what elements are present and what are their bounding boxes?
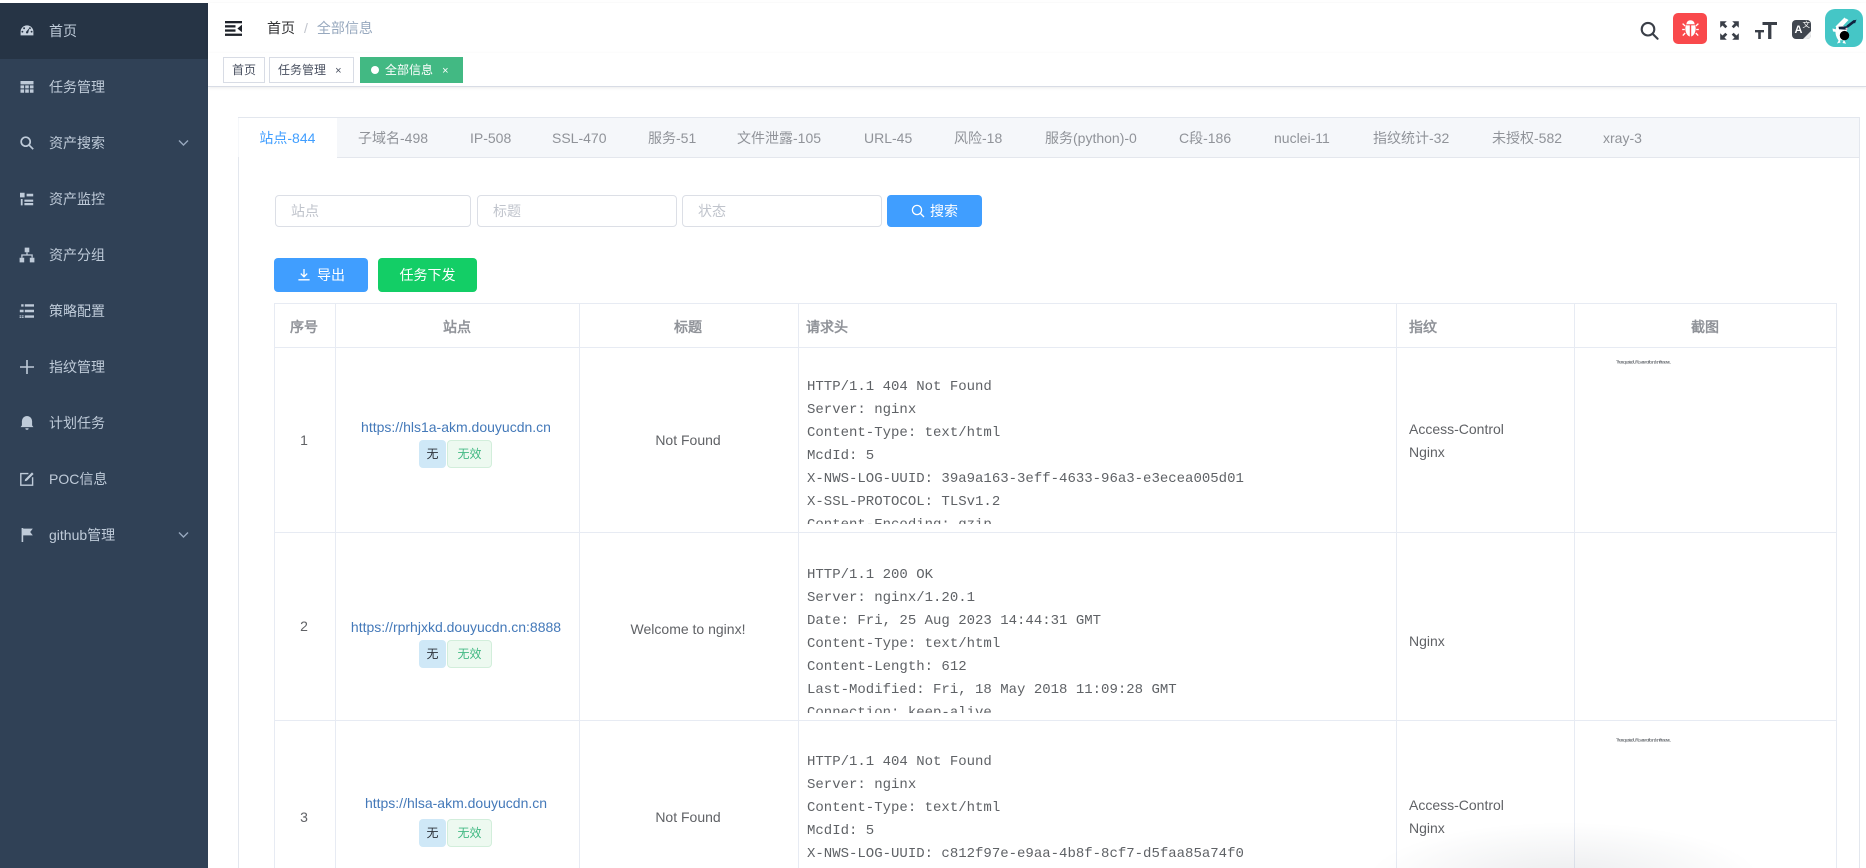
svg-text:The requested URL was not foun: The requested URL was not found on this … [1616, 738, 1671, 743]
svg-text:The requested URL was not foun: The requested URL was not found on this … [1616, 360, 1671, 365]
